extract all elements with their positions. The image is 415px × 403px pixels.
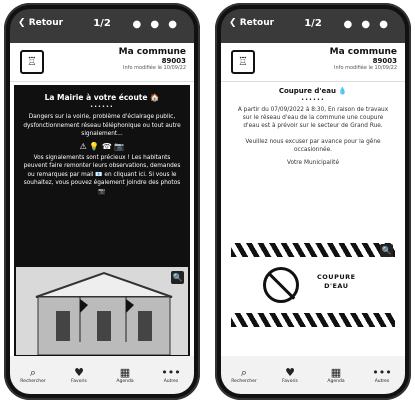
phone-left: ❮ Retour 1/2 ● ● ● ♖ Ma commune 89003 In… — [4, 3, 200, 400]
building-illustration-icon — [16, 267, 188, 355]
more-icon: ••• — [161, 366, 181, 379]
heart-icon: ♥ — [74, 366, 84, 379]
sign-line-1: COUPURE — [317, 273, 356, 281]
post-paragraph-2: Veuillez nous excuser par avance pour la… — [245, 139, 381, 153]
commune-info: Ma commune 89003 Info modifiée le 10/09/… — [119, 47, 186, 71]
nav-agenda[interactable]: ▦ Agenda — [105, 366, 145, 384]
nav-agenda[interactable]: ▦ Agenda — [316, 366, 356, 384]
commune-name: Ma commune — [118, 47, 186, 57]
separator-dots: •••••• — [301, 97, 325, 103]
sign-line-2: D'EAU — [324, 282, 349, 290]
hazard-icons: ⚠ 💡 ☎ 📷 — [79, 141, 125, 151]
commune-info: Ma commune 89003 Info modifiée le 10/09/… — [330, 47, 397, 71]
top-bar: ❮ Retour 1/2 ● ● ● — [10, 9, 194, 43]
water-cut-sign: COUPURE D'EAU — [317, 273, 356, 291]
post-paragraph-2: Vos signalements sont précieux ! Les hab… — [23, 154, 181, 195]
nav-favorites[interactable]: ♥ Favoris — [270, 366, 310, 384]
mairie-photo: 🔍 — [16, 267, 188, 355]
toolbar-icons: ● ● ● — [132, 19, 180, 30]
commune-header: ♖ Ma commune 89003 Info modifiée le 10/0… — [221, 43, 405, 82]
bottom-navigation: ⌕ Rechercher ♥ Favoris ▦ Agenda ••• Autres — [221, 356, 405, 394]
nav-label: Autres — [374, 379, 390, 384]
post-paragraph-1: A partir du 07/09/2022 à 8:30, En raison… — [237, 107, 389, 129]
nav-favorites[interactable]: ♥ Favoris — [59, 366, 99, 384]
nav-more[interactable]: ••• Autres — [151, 366, 191, 384]
commune-logo-icon: ♖ — [231, 50, 255, 74]
nav-label: Rechercher — [231, 379, 257, 384]
barrier-stripes-bottom — [231, 313, 395, 327]
phone-right: ❮ Retour 1/2 ● ● ● ♖ Ma commune 89003 In… — [215, 3, 411, 400]
commune-name: Ma commune — [329, 47, 397, 57]
nav-label: Rechercher — [20, 379, 46, 384]
info-date: Info modifiée le 10/09/22 — [123, 65, 186, 71]
heart-icon: ♥ — [285, 366, 295, 379]
nav-more[interactable]: ••• Autres — [362, 366, 402, 384]
zoom-icon[interactable]: 🔍 — [380, 244, 393, 257]
content-screen: ♖ Ma commune 89003 Info modifiée le 10/0… — [221, 43, 405, 356]
commune-header: ♖ Ma commune 89003 Info modifiée le 10/0… — [10, 43, 194, 82]
more-icon: ••• — [372, 366, 392, 379]
toolbar-icons: ● ● ● — [343, 19, 391, 30]
no-water-sign-icon — [263, 267, 299, 303]
nav-label: Agenda — [327, 379, 345, 384]
post-paragraph-1: Dangers sur la voirie, problème d'éclair… — [23, 114, 181, 137]
content-screen: ♖ Ma commune 89003 Info modifiée le 10/0… — [10, 43, 194, 356]
post-title: La Mairie à votre écoute 🏠 — [44, 93, 160, 102]
nav-search[interactable]: ⌕ Rechercher — [224, 366, 264, 384]
calendar-icon: ▦ — [330, 366, 342, 379]
nav-search[interactable]: ⌕ Rechercher — [13, 366, 53, 384]
separator-dots: •••••• — [90, 104, 114, 110]
post-title: Coupure d'eau 💧 — [278, 87, 348, 95]
top-bar: ❮ Retour 1/2 ● ● ● — [221, 9, 405, 43]
bottom-navigation: ⌕ Rechercher ♥ Favoris ▦ Agenda ••• Autres — [10, 356, 194, 394]
nav-label: Favoris — [71, 379, 87, 384]
post-card-dark: La Mairie à votre écoute 🏠 •••••• Danger… — [14, 85, 190, 356]
nav-label: Agenda — [116, 379, 134, 384]
calendar-icon: ▦ — [119, 366, 131, 379]
search-icon: ⌕ — [29, 366, 37, 379]
zoom-icon[interactable]: 🔍 — [171, 271, 184, 284]
search-icon: ⌕ — [240, 366, 248, 379]
signature: Votre Municipalité — [286, 160, 340, 166]
info-date: Info modifiée le 10/09/22 — [334, 65, 397, 71]
barrier-stripes-top — [231, 243, 395, 257]
postal-code: 89003 — [372, 57, 397, 65]
postal-code: 89003 — [161, 57, 186, 65]
commune-logo-icon: ♖ — [20, 50, 44, 74]
nav-label: Favoris — [282, 379, 298, 384]
nav-label: Autres — [163, 379, 179, 384]
